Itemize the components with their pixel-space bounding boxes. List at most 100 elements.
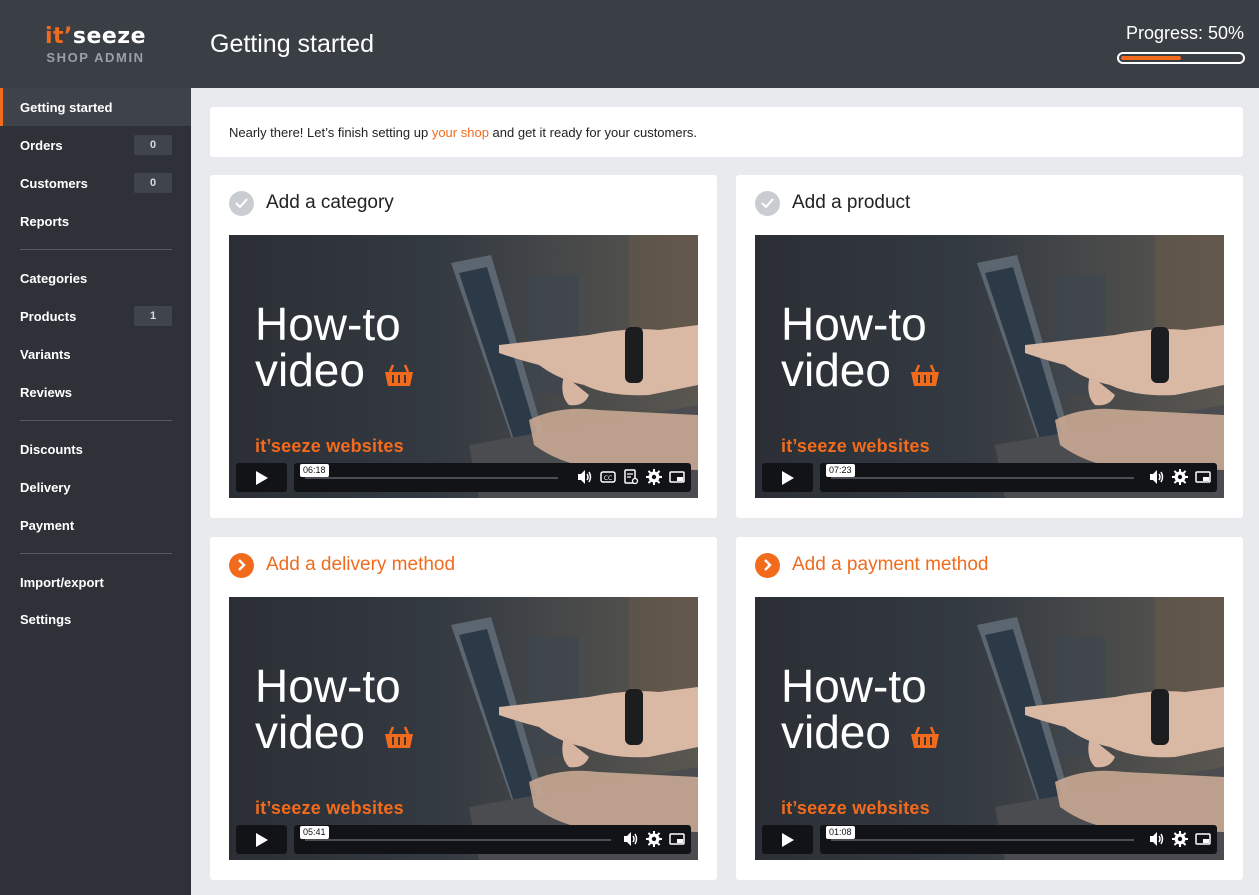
sidebar-item-import-export[interactable]: Import/export — [0, 563, 191, 601]
sidebar-item-label: Import/export — [20, 574, 104, 590]
sidebar-item-label: Orders — [20, 137, 63, 153]
volume-icon[interactable] — [1149, 469, 1165, 485]
sidebar-item-discounts[interactable]: Discounts — [0, 430, 191, 468]
video-player[interactable]: How-to video it’seeze websites 05:41 — [229, 597, 698, 860]
basket-icon — [384, 364, 413, 386]
video-player[interactable]: How-to video it’seeze websites 01:08 — [755, 597, 1224, 860]
volume-icon[interactable] — [623, 831, 639, 847]
sidebar-item-settings[interactable]: Settings — [0, 601, 191, 637]
video-controls: 01:08 — [762, 825, 1217, 854]
sidebar-item-customers[interactable]: Customers 0 — [0, 164, 191, 202]
sidebar-item-payment[interactable]: Payment — [0, 506, 191, 544]
play-button[interactable] — [236, 825, 287, 854]
video-duration: 07:23 — [826, 464, 855, 477]
check-icon — [755, 190, 780, 216]
sidebar-item-label: Categories — [20, 270, 88, 286]
logo-subtitle: SHOP ADMIN — [46, 50, 145, 65]
video-brand: it’seeze websites — [781, 798, 930, 818]
video-brand: it’seeze websites — [255, 798, 404, 818]
basket-icon — [910, 726, 939, 748]
play-button[interactable] — [236, 463, 287, 492]
transcript-icon[interactable] — [623, 469, 639, 485]
your-shop-link[interactable]: your shop — [432, 125, 489, 140]
picture-in-picture-icon[interactable] — [1195, 469, 1211, 485]
sidebar-item-label: Variants — [20, 346, 71, 362]
sidebar-item-delivery[interactable]: Delivery — [0, 468, 191, 506]
step-title: Add a product — [792, 192, 911, 213]
video-duration: 05:41 — [300, 826, 329, 839]
video-headline: How-to video — [255, 301, 414, 393]
sidebar-item-reviews[interactable]: Reviews — [0, 373, 191, 411]
step-header[interactable]: Add a product — [755, 190, 910, 216]
play-button[interactable] — [762, 825, 813, 854]
sidebar-item-getting-started[interactable]: Getting started — [0, 88, 191, 126]
sidebar-item-label: Payment — [20, 517, 75, 533]
step-header[interactable]: Add a delivery method — [229, 552, 455, 578]
picture-in-picture-icon[interactable] — [1195, 831, 1211, 847]
video-headline: How-to video — [781, 301, 940, 393]
play-icon — [781, 832, 794, 847]
page-title: Getting started — [210, 30, 374, 58]
sidebar-item-label: Discounts — [20, 441, 83, 457]
control-bar: 06:18 CC — [294, 463, 691, 492]
control-bar: 01:08 — [820, 825, 1217, 854]
seek-bar[interactable]: 07:23 — [826, 464, 1134, 479]
step-title: Add a delivery method — [266, 554, 456, 575]
seek-bar[interactable]: 05:41 — [300, 826, 611, 841]
brand-logo[interactable]: it’seeze SHOP ADMIN — [0, 0, 191, 88]
basket-icon — [384, 726, 413, 748]
play-button[interactable] — [762, 463, 813, 492]
video-controls: 05:41 — [236, 825, 691, 854]
step-card: Add a delivery method How-to video it’se… — [210, 537, 717, 880]
sidebar-item-products[interactable]: Products 1 — [0, 297, 191, 335]
step-header[interactable]: Add a payment method — [755, 552, 988, 578]
settings-gear-icon[interactable] — [1172, 831, 1188, 847]
picture-in-picture-icon[interactable] — [669, 831, 685, 847]
step-header[interactable]: Add a category — [229, 190, 394, 216]
control-bar: 05:41 — [294, 825, 691, 854]
chevron-right-icon — [229, 552, 254, 578]
step-title: Add a payment method — [792, 554, 989, 575]
play-icon — [255, 832, 268, 847]
video-headline: How-to video — [255, 663, 414, 755]
volume-icon[interactable] — [1149, 831, 1165, 847]
settings-gear-icon[interactable] — [1172, 469, 1188, 485]
captions-icon[interactable]: CC — [600, 469, 616, 485]
sidebar-item-variants[interactable]: Variants — [0, 335, 191, 373]
basket-icon — [910, 364, 939, 386]
video-duration: 01:08 — [826, 826, 855, 839]
settings-gear-icon[interactable] — [646, 469, 662, 485]
sidebar-item-reports[interactable]: Reports — [0, 202, 191, 240]
sidebar-item-label: Settings — [20, 611, 72, 627]
control-bar: 07:23 — [820, 463, 1217, 492]
step-card: Add a category How-to video it’seeze web… — [210, 175, 717, 518]
video-controls: 07:23 — [762, 463, 1217, 492]
intro-text-before: Nearly there! Let’s finish setting up — [229, 124, 429, 140]
sidebar-item-categories[interactable]: Categories — [0, 259, 191, 297]
check-icon — [229, 190, 254, 216]
sidebar-item-label: Getting started — [20, 99, 113, 115]
video-headline: How-to video — [781, 663, 940, 755]
picture-in-picture-icon[interactable] — [669, 469, 685, 485]
svg-text:CC: CC — [604, 475, 612, 482]
settings-gear-icon[interactable] — [646, 831, 662, 847]
sidebar-item-label: Delivery — [20, 479, 71, 495]
chevron-right-icon — [755, 552, 780, 578]
customers-count-badge: 0 — [134, 173, 172, 193]
progress-bar — [1117, 52, 1245, 64]
video-player[interactable]: How-to video it’seeze websites 06:18 CC — [229, 235, 698, 498]
logo-wordmark: it’seeze — [44, 24, 147, 49]
video-duration: 06:18 — [300, 464, 329, 477]
sidebar-item-orders[interactable]: Orders 0 — [0, 126, 191, 164]
seek-bar[interactable]: 01:08 — [826, 826, 1134, 841]
seek-bar[interactable]: 06:18 — [300, 464, 558, 479]
video-player[interactable]: How-to video it’seeze websites 07:23 — [755, 235, 1224, 498]
sidebar-item-label: Reviews — [20, 384, 73, 400]
sidebar-item-label: Customers — [20, 175, 88, 191]
volume-icon[interactable] — [577, 469, 593, 485]
orders-count-badge: 0 — [134, 135, 172, 155]
sidebar-divider — [20, 249, 172, 250]
sidebar: it’seeze SHOP ADMIN Getting started Orde… — [0, 0, 191, 895]
intro-text-after: and get it ready for your customers. — [492, 124, 698, 140]
sidebar-nav: Getting started Orders 0 Customers 0 Repor… — [0, 88, 191, 637]
